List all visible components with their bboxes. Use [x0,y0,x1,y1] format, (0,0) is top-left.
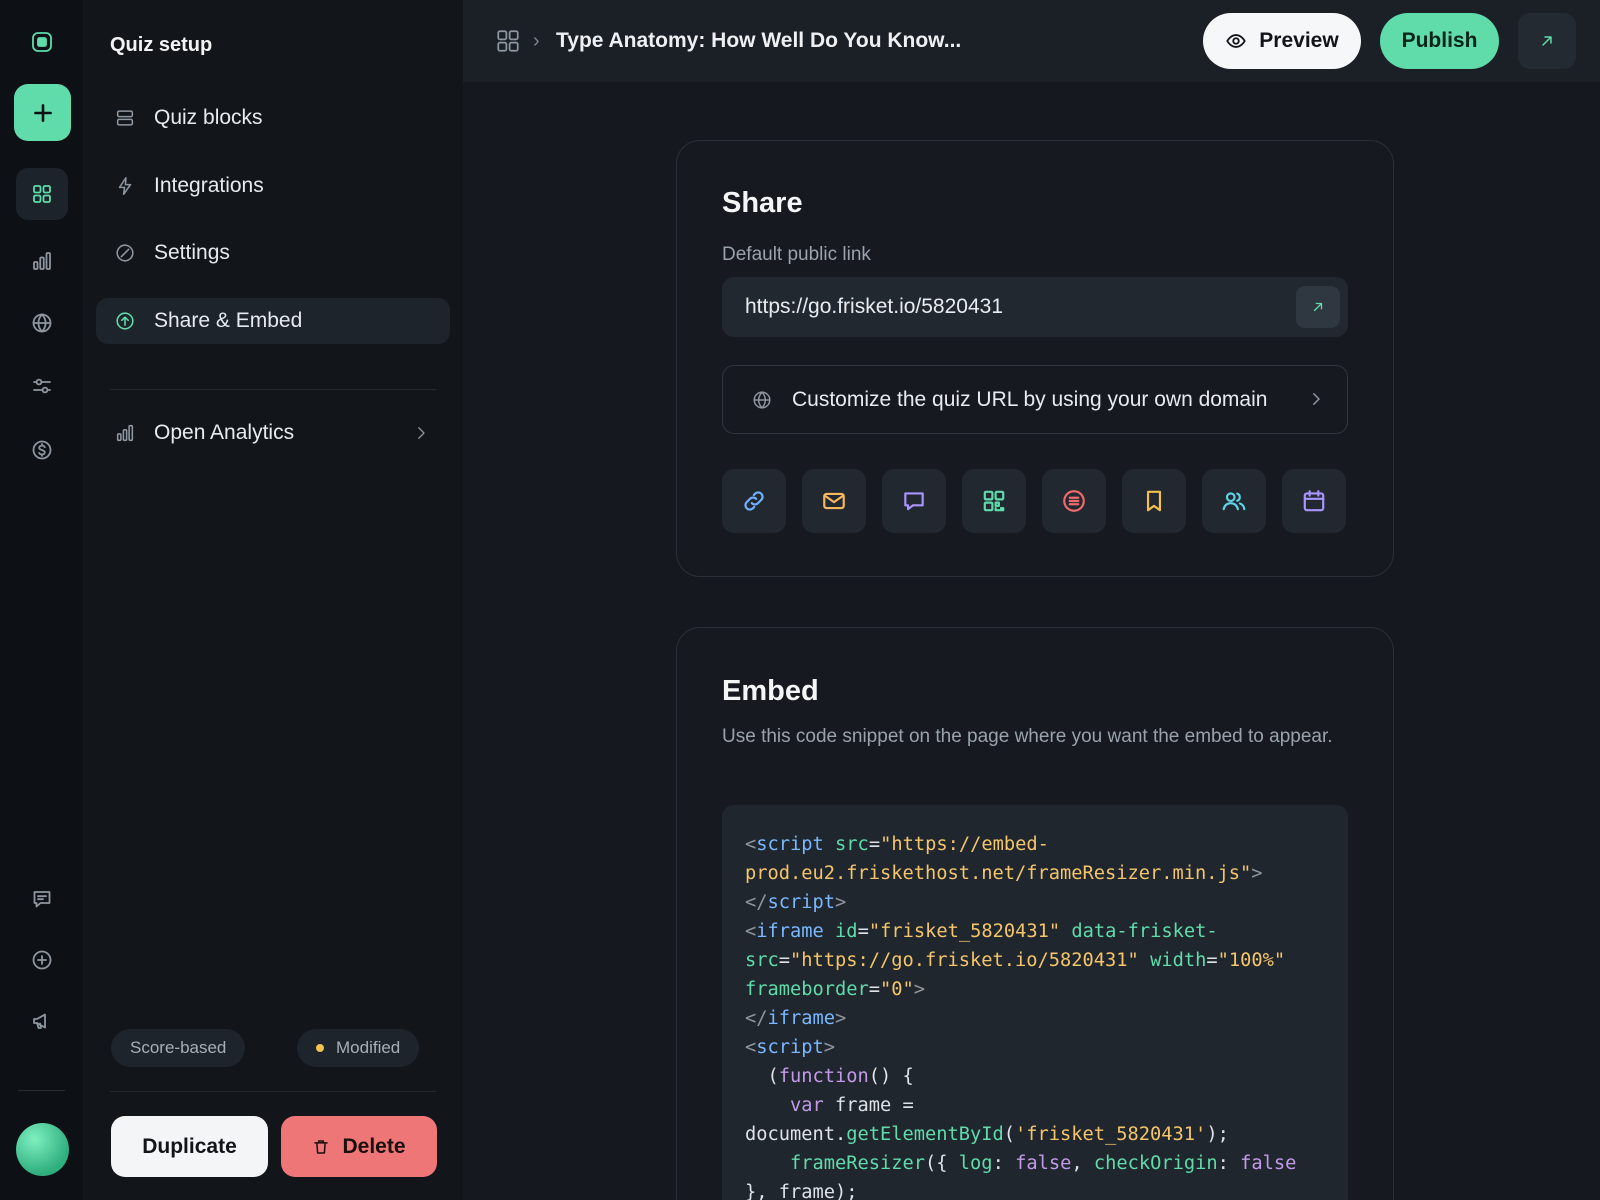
page-title: Type Anatomy: How Well Do You Know... [556,29,962,52]
plus-icon [33,103,52,122]
arrow-up-right-icon [1313,302,1323,312]
chat-icon [904,492,924,511]
globe-icon [32,313,52,333]
breadcrumb-separator: › [533,30,540,52]
nav-quiz-blocks[interactable]: Quiz blocks [96,95,450,141]
quiz-type-label: Score-based [130,1038,227,1057]
message-icon [33,891,51,908]
rail-billing-button[interactable] [16,424,68,476]
eye-icon [1226,34,1246,48]
layers-icon [116,110,134,126]
open-external-button[interactable] [1518,13,1576,69]
public-link-field[interactable]: https://go.frisket.io/5820431 [722,277,1348,337]
publish-label: Publish [1401,29,1478,52]
custom-domain-label: Customize the quiz URL by using your own… [792,387,1268,411]
arrow-up-right-icon [1542,36,1552,46]
nav-share-embed[interactable]: Share & Embed [96,298,450,344]
chevron-right-icon [1313,393,1320,405]
nav-label: Share & Embed [154,309,303,332]
panel-title: Quiz setup [110,34,213,56]
custom-domain-link[interactable]: Customize the quiz URL by using your own… [722,365,1348,434]
public-link-value[interactable]: https://go.frisket.io/5820431 [745,295,1003,319]
share-list-button[interactable] [1042,469,1106,533]
bar-chart-icon [33,252,51,270]
lightning-icon [118,176,132,196]
open-link-button[interactable] [1296,286,1340,328]
avatar[interactable] [16,1123,69,1176]
nav-integrations[interactable]: Integrations [96,163,450,209]
publish-button[interactable]: Publish [1380,13,1499,69]
nav-label: Quiz blocks [154,106,263,129]
calendar-icon [1303,490,1325,512]
embed-description: Use this code snippet on the page where … [722,726,1333,747]
status-label: Modified [336,1038,401,1057]
rail-dashboard-button[interactable] [16,168,68,220]
qr-code-icon [983,490,1005,512]
embed-card: Embed Use this code snippet on the page … [676,627,1394,1200]
breadcrumb-home-icon[interactable] [495,28,521,54]
panel-divider [110,1091,436,1092]
nav-open-analytics[interactable]: Open Analytics [96,410,450,456]
share-bookmark-button[interactable] [1122,469,1186,533]
nav-label: Open Analytics [154,421,295,444]
share-copy-link-button[interactable] [722,469,786,533]
icon-rail [0,0,83,1200]
rail-add-button[interactable] [16,934,68,986]
plus-circle-icon [32,950,52,970]
rail-analytics-button[interactable] [16,235,68,287]
embed-code-block[interactable]: <script src="https://embed- prod.eu2.fri… [722,805,1348,1200]
status-dot [316,1044,324,1052]
rail-settings-button[interactable] [16,360,68,412]
trash-icon [314,1139,329,1154]
quiz-type-badge: Score-based [111,1029,246,1067]
globe-icon [753,390,771,409]
rail-domains-button[interactable] [16,297,68,349]
status-badge: Modified [297,1029,420,1067]
quiz-setup-panel: Quiz setup Quiz blocks Integrations Sett… [83,0,463,1200]
share-team-button[interactable] [1202,469,1266,533]
upload-circle-icon [116,312,134,330]
create-quiz-button[interactable] [14,84,71,141]
duplicate-label: Duplicate [142,1134,237,1158]
users-icon [1222,492,1246,511]
share-email-button[interactable] [802,469,866,533]
embed-code[interactable]: <script src="https://embed- prod.eu2.fri… [745,830,1348,1200]
panel-divider [110,389,436,390]
embed-title: Embed [722,675,819,707]
share-message-button[interactable] [882,469,946,533]
delete-button[interactable]: Delete [281,1116,437,1177]
nav-label: Settings [154,241,230,264]
nav-settings[interactable]: Settings [96,230,450,276]
app-logo-icon[interactable] [16,16,68,68]
dollar-icon [32,440,52,460]
megaphone-icon [33,1013,46,1029]
preview-label: Preview [1259,29,1339,52]
nav-label: Integrations [154,174,264,197]
share-calendar-button[interactable] [1282,469,1346,533]
share-title: Share [722,187,803,219]
duplicate-button[interactable]: Duplicate [111,1116,268,1177]
rail-divider [18,1090,65,1091]
bookmark-icon [1146,490,1162,512]
share-qr-code-button[interactable] [962,469,1026,533]
share-card: Share Default public link https://go.fri… [676,140,1394,577]
circle-slash-icon [116,244,134,262]
preview-button[interactable]: Preview [1203,13,1361,69]
delete-label: Delete [342,1134,406,1158]
bar-chart-icon [116,424,134,442]
link-icon [744,491,764,511]
rail-feedback-button[interactable] [16,873,68,925]
list-circle-icon [1063,490,1085,512]
top-bar: › Type Anatomy: How Well Do You Know... … [463,0,1600,82]
rail-announcements-button[interactable] [16,995,68,1047]
mail-icon [823,492,845,510]
chevron-right-icon [412,424,430,442]
sliders-icon [33,378,51,394]
link-label: Default public link [722,244,871,265]
grid-icon [33,185,51,203]
